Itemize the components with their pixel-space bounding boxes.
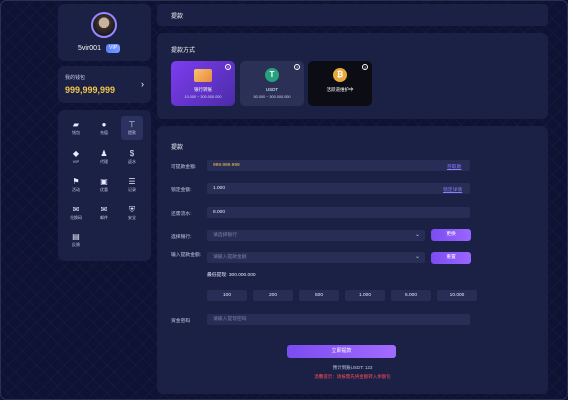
usdt-icon: T [265, 68, 279, 82]
method-name: 银行转账 [194, 87, 212, 92]
menu-label: VIP [72, 159, 80, 164]
menu-label: 提款 [128, 130, 136, 135]
amount-chip[interactable]: 5.000 [391, 290, 431, 301]
menu-item-redeem[interactable]: ✉ 兑换码 [65, 201, 87, 225]
menu-label: 活动 [72, 187, 80, 192]
menu-item-mail[interactable]: ✉ 邮件 [93, 201, 115, 225]
amount-input[interactable]: 请输入提款金额 [207, 252, 425, 263]
method-range: 10.000 ~ 300.000.000 [184, 95, 222, 99]
avatar[interactable] [91, 12, 117, 38]
method-card-usdt[interactable]: T ? USDT 50.000 ~ 300.000.000 [240, 61, 304, 106]
chevron-down-icon[interactable]: ⌄ [415, 253, 420, 260]
method-name: USDT [265, 87, 279, 92]
menu-item-record[interactable]: ☰ 记录 [121, 173, 143, 197]
chevron-down-icon[interactable]: ⌄ [415, 231, 420, 238]
withdraw-form: 提款 可提款金额: 999.999.999 存取款 锁定金额: 1.000 锁定… [157, 126, 548, 394]
menu-item-agent[interactable]: ♟ 代理 [93, 145, 115, 169]
menu-label: 钱包 [72, 130, 80, 135]
redeem-icon: ✉ [72, 205, 80, 214]
menu-item-security[interactable]: ⛨ 安全 [121, 201, 143, 225]
menu-label: 记录 [128, 187, 136, 192]
agent-icon: ♟ [100, 149, 108, 158]
menu-label: 反馈 [72, 242, 80, 247]
bank-select[interactable]: 请选择银行 [207, 230, 425, 241]
amount-chip[interactable]: 500 [299, 290, 339, 301]
method-card-maintenance[interactable]: ₿ ? 活跃道维护中 [308, 61, 372, 106]
available-link[interactable]: 存取款 [447, 163, 461, 170]
menu-label: 代理 [100, 159, 108, 164]
wallet-label: 我的钱包 [65, 75, 86, 81]
help-icon[interactable]: ? [225, 64, 231, 70]
locked-amount: 1.000 [207, 183, 470, 194]
password-label: 资金密码 [171, 319, 191, 324]
help-icon[interactable]: ? [294, 64, 300, 70]
method-name: 活跃道维护中 [326, 87, 354, 92]
diamond-icon: ◆ [72, 149, 80, 158]
reset-button[interactable]: 重置 [431, 252, 471, 264]
locked-label: 锁定金额: [171, 188, 192, 193]
form-title: 提款 [171, 145, 184, 151]
password-input[interactable]: 请输入提现密码 [207, 314, 470, 325]
menu-item-promo[interactable]: ▣ 优惠 [93, 173, 115, 197]
min-withdraw-label: 最低提现: 300.000.000 [207, 273, 256, 278]
menu-label: 邮件 [100, 215, 108, 220]
estimated-usdt: 预计到账USDT: 123 [332, 365, 373, 370]
coin-icon: ₿ [333, 68, 347, 82]
chevron-right-icon[interactable]: › [141, 79, 144, 89]
profile-card[interactable]: 5vir001 VIP [58, 4, 151, 61]
amount-chip[interactable]: 200 [253, 290, 293, 301]
promo-icon: ▣ [100, 177, 108, 186]
method-card-bank[interactable]: ? 银行转账 10.000 ~ 300.000.000 [171, 61, 235, 106]
turnover-amount: 8.000 [207, 207, 470, 218]
menu-label: 兑换码 [70, 215, 82, 220]
username: 5vir001 [78, 45, 101, 52]
record-icon: ☰ [128, 177, 136, 186]
menu-item-vip[interactable]: ◆ VIP [65, 145, 87, 169]
help-icon[interactable]: ? [362, 64, 368, 70]
menu-item-rebate[interactable]: $ 返水 [121, 145, 143, 169]
page-header: 提款 [157, 4, 548, 26]
menu-item-activity[interactable]: ⚑ 活动 [65, 173, 87, 197]
withdraw-methods-panel: 提款方式 ? 银行转账 10.000 ~ 300.000.000 T ? USD… [157, 33, 548, 119]
menu-item-feedback[interactable]: ▤ 反馈 [65, 228, 87, 252]
available-amount: 999.999.999 [207, 160, 470, 171]
bank-label: 选择银行: [171, 235, 192, 240]
rebate-icon: $ [129, 149, 135, 158]
available-label: 可提款金额: [171, 165, 197, 170]
wallet-balance: 999,999,999 [65, 85, 116, 95]
locked-detail-link[interactable]: 锁定详情 [443, 186, 462, 193]
change-bank-button[interactable]: 更换 [431, 229, 471, 241]
submit-withdraw-button[interactable]: 立即提款 [287, 345, 396, 358]
feedback-icon: ▤ [72, 232, 80, 241]
method-range: 50.000 ~ 300.000.000 [253, 95, 291, 99]
menu-item-deposit[interactable]: ● 充值 [93, 116, 115, 140]
menu-item-withdraw[interactable]: ⊤ 提款 [121, 116, 143, 140]
methods-title: 提款方式 [171, 48, 196, 54]
amount-label: 输入提款金额: [171, 253, 202, 258]
turnover-label: 还需流水: [171, 212, 192, 217]
page-title: 提款 [171, 14, 184, 20]
menu-label: 安全 [128, 215, 136, 220]
amount-chip[interactable]: 10.000 [437, 290, 477, 301]
activity-icon: ⚑ [72, 177, 80, 186]
menu-label: 返水 [128, 159, 136, 164]
menu-item-wallet[interactable]: ▰ 钱包 [65, 116, 87, 140]
vip-badge: VIP [106, 44, 121, 53]
mail-icon: ✉ [100, 205, 108, 214]
menu-label: 充值 [100, 130, 108, 135]
amount-chip[interactable]: 100 [207, 290, 247, 301]
menu-label: 优惠 [100, 187, 108, 192]
shield-icon: ⛨ [129, 205, 135, 214]
wallet-balance-card[interactable]: 我的钱包 999,999,999 › [58, 66, 151, 103]
wallet-icon: ▰ [72, 120, 80, 129]
deposit-icon: ● [101, 120, 107, 129]
withdraw-icon: ⊤ [128, 120, 136, 129]
warning-text: 温馨提示：请按需先将金额转入余额包 [314, 374, 391, 379]
amount-chip[interactable]: 1.000 [345, 290, 385, 301]
account-menu: ▰ 钱包 ● 充值 ⊤ 提款 ◆ VIP ♟ 代理 $ 返水 ⚑ 活动 ▣ 优惠… [58, 110, 151, 261]
bank-card-icon [194, 69, 212, 82]
